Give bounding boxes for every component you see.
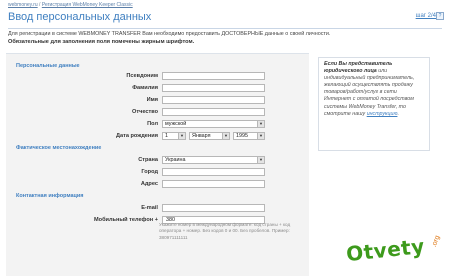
birth-year-value: 1995: [236, 133, 248, 139]
address-input[interactable]: [162, 180, 265, 188]
legal-entity-note: Если Вы представитель юридического лица …: [318, 57, 430, 151]
alias-label: Псевдоним: [126, 73, 158, 79]
intro-text: Для регистрации в системе WEBMONEY TRANS…: [8, 31, 331, 37]
registration-form: Персональные данные Псевдоним Фамилия Им…: [6, 53, 309, 276]
birth-month-select[interactable]: Января ▼: [189, 132, 230, 140]
city-label: Город: [141, 169, 158, 175]
page-title: Ввод персональных данных: [8, 11, 152, 23]
last-name-input[interactable]: [162, 84, 265, 92]
patronymic-label: Отчество: [131, 109, 158, 115]
phone-hint: Укажите номер в международном формате: к…: [159, 222, 291, 240]
birth-day-select[interactable]: 1 ▼: [162, 132, 186, 140]
step-indicator-link[interactable]: шаг 2/4: [416, 13, 436, 19]
country-label: Страна: [138, 157, 158, 163]
birth-day-value: 1: [165, 133, 168, 139]
alias-input[interactable]: [162, 72, 265, 80]
legal-entity-text-end: .: [397, 110, 399, 117]
watermark-logo: Otvety: [344, 233, 426, 267]
patronymic-input[interactable]: [162, 108, 265, 116]
birth-date-label: Дата рождения: [116, 133, 158, 139]
watermark-suffix: .org: [430, 234, 442, 249]
address-label: Адрес: [140, 181, 158, 187]
last-name-label: Фамилия: [132, 85, 158, 91]
section-contacts-title: Контактная информация: [16, 193, 84, 199]
chevron-down-icon: ▼: [222, 133, 229, 139]
chevron-down-icon: ▼: [178, 133, 185, 139]
breadcrumb-separator: /: [39, 2, 41, 8]
birth-year-select[interactable]: 1995 ▼: [233, 132, 265, 140]
email-label: E-mail: [141, 205, 158, 211]
chevron-down-icon: ▼: [257, 133, 264, 139]
breadcrumb-current-link[interactable]: Регистрация WebMoney Keeper Classic: [42, 2, 133, 8]
section-address-title: Фактическое местонахождение: [16, 145, 102, 151]
chevron-down-icon: ▼: [257, 121, 264, 127]
birth-month-value: Января: [192, 133, 211, 139]
sex-select-value: мужской: [165, 121, 187, 127]
sex-label: Пол: [147, 121, 158, 127]
title-divider: [8, 28, 442, 29]
first-name-label: Имя: [146, 97, 158, 103]
help-icon[interactable]: ?: [436, 12, 444, 20]
legal-entity-text: или индивидуальный предприниматель, жела…: [324, 68, 415, 117]
email-input[interactable]: [162, 204, 265, 212]
breadcrumb: webmoney.ru / Регистрация WebMoney Keepe…: [8, 2, 133, 8]
country-select-value: Украина: [165, 157, 186, 163]
instruction-link[interactable]: инструкцию: [367, 111, 398, 117]
section-personal-title: Персональные данные: [16, 63, 80, 69]
country-select[interactable]: Украина ▼: [162, 156, 265, 164]
required-note: Обязательные для заполнения поля помечен…: [8, 39, 195, 45]
city-input[interactable]: [162, 168, 265, 176]
sex-select[interactable]: мужской ▼: [162, 120, 265, 128]
first-name-input[interactable]: [162, 96, 265, 104]
chevron-down-icon: ▼: [257, 157, 264, 163]
breadcrumb-home-link[interactable]: webmoney.ru: [8, 2, 38, 8]
phone-label: Мобильный телефон +: [94, 217, 158, 223]
